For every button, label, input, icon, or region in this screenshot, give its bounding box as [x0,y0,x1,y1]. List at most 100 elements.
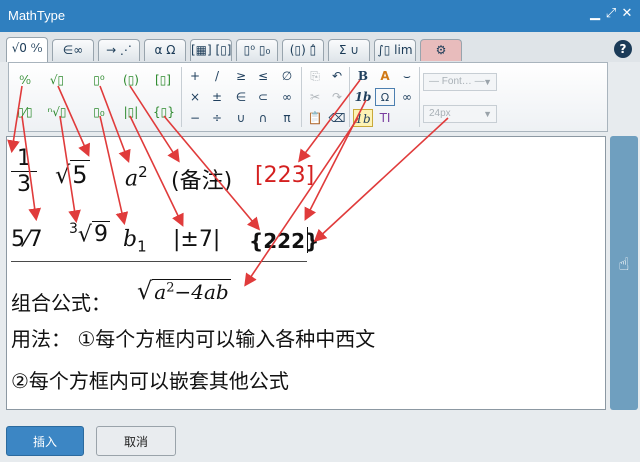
font-select[interactable]: — Font… — ▼ [423,73,497,91]
radicand-exponent: 2 [166,280,175,296]
window-title: MathType [8,8,66,23]
hand-pointer-icon: ☝ [618,254,630,275]
power-example: a2 [125,163,148,191]
plus-minus-icon[interactable]: ± [207,88,227,106]
text-style-icon[interactable]: 1b [353,109,373,127]
formula-editor[interactable]: 1 3 √5 a2 (备注) [223] 5⁄7 3√9 b1 |±7| {22… [6,136,606,410]
line-underline [11,261,307,262]
radicand: 5 [70,160,90,189]
font-select-value: — Font… — [429,76,485,87]
fraction-denominator: 3 [11,171,37,198]
braces-template-icon[interactable]: {▯} [153,103,175,121]
maximize-icon[interactable]: ⤢ [604,6,618,22]
tab-greek[interactable]: α Ω [144,39,186,61]
cut-icon[interactable]: ✂ [305,88,325,106]
clear-icon[interactable]: ⌫ [327,109,347,127]
parentheses-example: (备注) [171,169,233,194]
tab-integral-limit[interactable]: ∫▯ lim [374,39,416,61]
subscript-index: 1 [137,237,147,256]
fraction-example: 1 3 [11,147,37,198]
times-icon[interactable]: × [185,88,205,106]
toolbar-separator [301,67,302,127]
greek-style-icon[interactable]: Ω [375,88,395,106]
help-icon[interactable]: ? [614,40,632,58]
text-cursor [307,227,308,253]
subscript-base: b [123,227,138,252]
close-icon[interactable]: ✕ [620,6,634,22]
text-mode-icon[interactable]: TI [375,109,395,127]
radicand-rest: −4ab [174,280,229,304]
combined-radicand: a2−4ab [152,279,231,304]
template-toolbar: ⁰⁄₀ √▯ ▯⁰ (▯) [▯] ▯⁄▯ ⁿ√▯ ▯₀ |▯| {▯} + /… [8,62,608,132]
square-root-template-icon[interactable]: √▯ [47,71,67,89]
union-icon[interactable]: ∪ [231,109,251,127]
cancel-button[interactable]: 取消 [96,426,176,456]
title-bar: MathType ▁ ⤢ ✕ [0,0,640,32]
font-color-icon[interactable]: A [375,67,395,85]
toolbar-separator [181,67,182,127]
minus-icon[interactable]: − [185,109,205,127]
minimize-icon[interactable]: ▁ [588,6,602,22]
toolbar-separator [349,67,350,127]
power-exponent: 2 [138,163,148,181]
absolute-value-example: |±7| [173,227,221,252]
spacing-icon[interactable]: ⌣ [397,67,417,85]
subset-icon[interactable]: ⊂ [253,88,273,106]
tab-relations-infinity[interactable]: ∈∞ [52,39,94,61]
element-of-icon[interactable]: ∈ [231,88,251,106]
divide-icon[interactable]: ÷ [207,109,227,127]
tab-templates-fractions-roots[interactable]: √0 ⁰⁄₀ [6,37,48,62]
parentheses-template-icon[interactable]: (▯) [121,71,141,89]
redo-icon[interactable]: ↷ [327,88,347,106]
formula-library-icon[interactable]: ∞ [397,88,417,106]
radicand-a: a [154,280,167,304]
brackets-template-icon[interactable]: [▯] [153,71,173,89]
font-size-value: 24px [429,108,451,119]
italic-style-icon[interactable]: 1b [353,88,373,106]
absolute-value-template-icon[interactable]: |▯| [121,103,141,121]
paste-icon[interactable]: 📋 [305,109,325,127]
bracket-example: [223] [255,163,315,188]
insert-button[interactable]: 插入 [6,426,84,456]
subscript-template-icon[interactable]: ▯₀ [89,103,109,121]
copy-icon[interactable]: ⎘ [305,67,325,85]
plus-icon[interactable]: + [185,67,205,85]
superscript-template-icon[interactable]: ▯⁰ [89,71,109,89]
radical-sign: √ [77,222,92,248]
slash-icon[interactable]: / [207,67,227,85]
usage-line-1: 用法： ①每个方框内可以输入各种中西文 [11,327,376,351]
slash-fraction-example: 5⁄7 [11,227,43,252]
subscript-example: b1 [123,227,147,255]
fraction-template-icon[interactable]: ⁰⁄₀ [15,71,35,89]
tab-matrix[interactable]: [▦] [▯] [190,39,232,61]
font-size-select[interactable]: 24px ▼ [423,105,497,123]
nth-root-template-icon[interactable]: ⁿ√▯ [47,103,67,121]
chevron-down-icon: ▼ [483,109,492,119]
formula-library-panel-toggle[interactable]: ☝ [610,136,638,410]
tab-sum-union[interactable]: Σ ∪ [328,39,370,61]
power-base: a [125,166,139,192]
less-equal-icon[interactable]: ≤ [253,67,273,85]
combined-formula: √ a2−4ab [137,277,231,305]
intersection-icon[interactable]: ∩ [253,109,273,127]
nth-root-example: 3√9 [69,221,110,248]
radical-sign: √ [137,277,153,305]
slash-fraction-template-icon[interactable]: ▯⁄▯ [15,103,35,121]
tab-scripts[interactable]: ▯⁰ ▯₀ [236,39,278,61]
radicand: 9 [91,221,110,248]
chevron-down-icon: ▼ [483,77,492,87]
infinity-icon[interactable]: ∞ [277,88,297,106]
braces-example: {222} [249,229,320,253]
square-root-example: √5 [55,160,90,189]
greater-equal-icon[interactable]: ≥ [231,67,251,85]
fraction-numerator: 1 [17,146,31,171]
undo-icon[interactable]: ↶ [327,67,347,85]
tab-settings[interactable]: ⚙ [420,39,462,61]
toolbar-separator [419,67,420,127]
pi-icon[interactable]: π [277,109,297,127]
radical-sign: √ [55,161,71,189]
empty-set-icon[interactable]: ∅ [277,67,297,85]
tab-fences-accents[interactable]: (▯) ▯̂ [282,39,324,61]
tab-arrows-dots[interactable]: → ⋰ [98,39,140,61]
bold-icon[interactable]: B [353,67,373,85]
